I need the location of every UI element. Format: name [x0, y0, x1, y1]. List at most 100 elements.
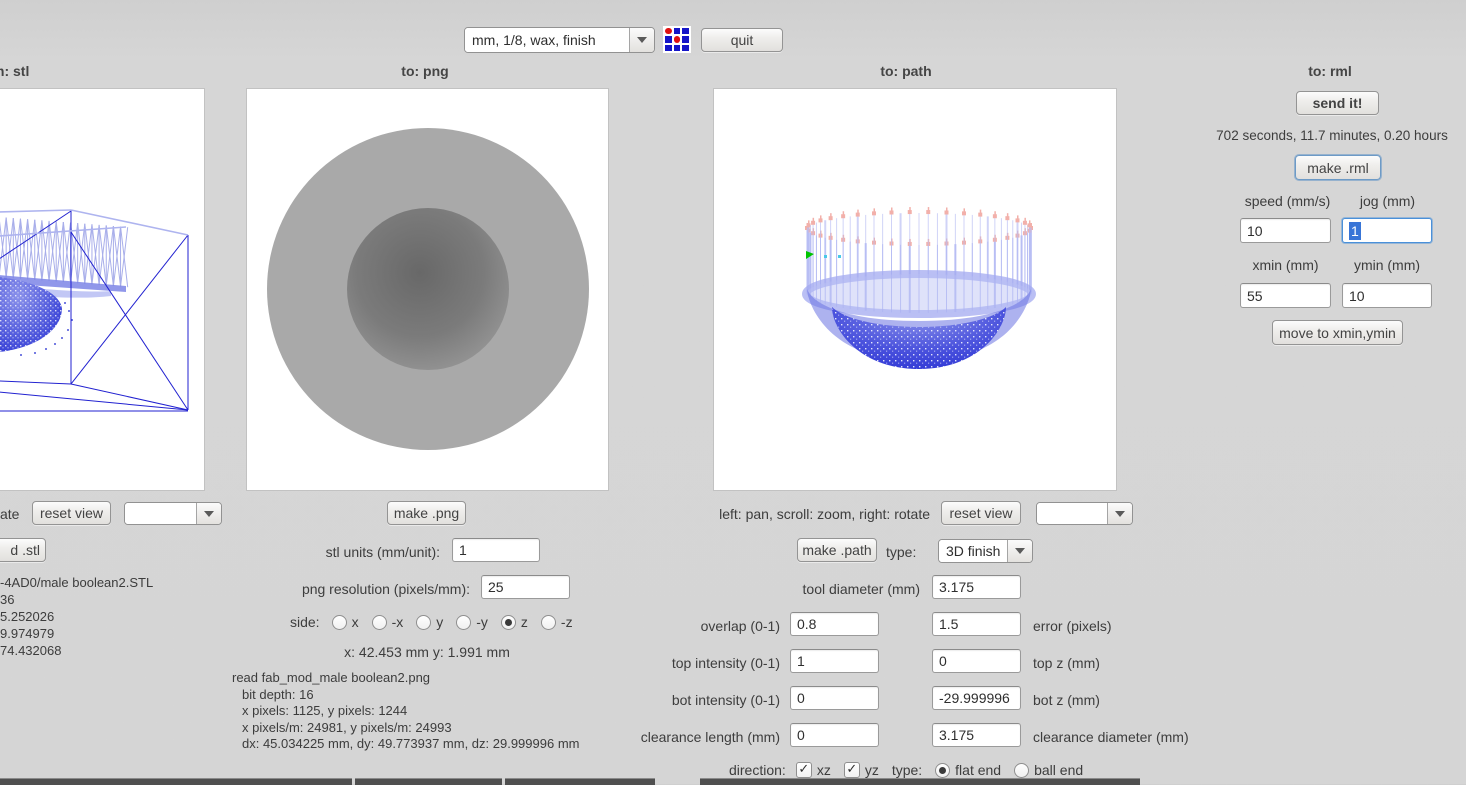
bot-z-input[interactable]: -29.999996	[932, 686, 1021, 710]
radio-icon[interactable]	[416, 614, 432, 630]
side-option-label: y	[436, 614, 444, 630]
stl-info-line: 9.974979	[0, 626, 55, 641]
radio-icon[interactable]	[935, 762, 951, 778]
stl-camera-select-arrow[interactable]	[196, 503, 221, 524]
quit-button[interactable]: quit	[701, 28, 783, 52]
direction-xz[interactable]: xz	[795, 762, 831, 778]
side-option-y[interactable]: y	[416, 614, 443, 630]
direction-option-label: xz	[816, 762, 831, 778]
top-intensity-input[interactable]: 1	[790, 649, 879, 673]
job-time-text: 702 seconds, 11.7 minutes, 0.20 hours	[1216, 128, 1448, 143]
error-value: 1.5	[939, 616, 959, 632]
side-option-x[interactable]: x	[331, 614, 359, 630]
radio-icon[interactable]	[500, 614, 516, 630]
end-type-flat[interactable]: flat end	[935, 762, 1001, 778]
end-type-label: type:	[891, 762, 923, 778]
clearance-length-label: clearance length (mm)	[640, 729, 780, 745]
path-type-select[interactable]: 3D finish	[938, 539, 1033, 563]
send-it-button[interactable]: send it!	[1296, 91, 1379, 115]
radio-icon[interactable]	[1014, 762, 1030, 778]
radio-icon[interactable]	[371, 614, 387, 630]
header-from-stl: m: stl	[0, 63, 30, 79]
side-option-label: -z	[560, 614, 573, 630]
side-option-label: x	[351, 614, 359, 630]
speed-value: 10	[1247, 222, 1263, 239]
tool-diameter-input[interactable]: 3.175	[932, 575, 1021, 599]
stl-view-canvas[interactable]	[0, 88, 205, 491]
top-z-label: top z (mm)	[1033, 655, 1100, 671]
bot-z-value: -29.999996	[939, 690, 1010, 706]
xmin-label: xmin (mm)	[1252, 257, 1319, 273]
chevron-down-icon	[1015, 548, 1026, 554]
side-option-label: -x	[391, 614, 404, 630]
direction-row: direction: xz yz type: flat end ball end	[729, 760, 1096, 780]
top-intensity-label: top intensity (0-1)	[671, 655, 780, 671]
stl-units-input[interactable]: 1	[452, 538, 540, 562]
png-info-line: read fab_mod_male boolean2.png	[232, 670, 431, 685]
jog-label: jog (mm)	[1359, 193, 1416, 209]
radio-icon[interactable]	[331, 614, 347, 630]
fab-icon-cell	[665, 44, 672, 51]
path-view-canvas[interactable]	[713, 88, 1117, 491]
ymin-input[interactable]: 10	[1342, 283, 1432, 308]
xmin-input[interactable]: 55	[1240, 283, 1331, 308]
clearance-diameter-label: clearance diameter (mm)	[1033, 729, 1189, 745]
bot-intensity-input[interactable]: 0	[790, 686, 879, 710]
make-png-button[interactable]: make .png	[387, 501, 466, 525]
checkbox-icon[interactable]	[795, 762, 812, 778]
chevron-down-icon	[204, 510, 214, 517]
preset-select[interactable]: mm, 1/8, wax, finish	[464, 27, 655, 53]
path-reset-view-button[interactable]: reset view	[941, 501, 1021, 525]
stl-camera-select[interactable]	[124, 502, 222, 525]
direction-yz[interactable]: yz	[843, 762, 879, 778]
stl-reset-view-button[interactable]: reset view	[32, 501, 111, 525]
move-to-xmin-ymin-button[interactable]: move to xmin,ymin	[1272, 320, 1403, 345]
overlap-value: 0.8	[797, 616, 817, 632]
clearance-diameter-input[interactable]: 3.175	[932, 723, 1021, 747]
path-camera-select-arrow[interactable]	[1107, 503, 1132, 524]
fab-icon-cell	[673, 44, 681, 51]
make-path-button[interactable]: make .path	[797, 538, 877, 562]
overlap-input[interactable]: 0.8	[790, 612, 879, 636]
png-resolution-value: 25	[488, 579, 504, 595]
radio-icon[interactable]	[540, 614, 556, 630]
header-to-png: to: png	[401, 63, 449, 79]
top-z-input[interactable]: 0	[932, 649, 1021, 673]
path-camera-select[interactable]	[1036, 502, 1133, 525]
error-input[interactable]: 1.5	[932, 612, 1021, 636]
side-option-neg-x[interactable]: -x	[371, 614, 404, 630]
stl-info-line: 5.252026	[0, 609, 55, 624]
png-depthmap	[267, 128, 589, 450]
jog-input[interactable]: 1	[1342, 218, 1432, 243]
toolpath-3d	[802, 207, 1036, 369]
end-type-ball[interactable]: ball end	[1014, 762, 1083, 778]
clearance-length-value: 0	[797, 727, 805, 743]
header-to-rml: to: rml	[1308, 63, 1352, 79]
load-stl-button[interactable]: d .stl	[0, 538, 46, 562]
side-option-z[interactable]: z	[500, 614, 528, 630]
bot-z-label: bot z (mm)	[1033, 692, 1100, 708]
send-it-label: send it!	[1312, 95, 1363, 111]
png-view-canvas[interactable]	[246, 88, 609, 491]
side-option-neg-z[interactable]: -z	[540, 614, 573, 630]
radio-icon[interactable]	[456, 614, 472, 630]
png-info-line: dx: 45.034225 mm, dy: 49.773937 mm, dz: …	[242, 736, 580, 751]
make-rml-button[interactable]: make .rml	[1295, 155, 1381, 180]
png-resolution-input[interactable]: 25	[481, 575, 570, 599]
stl-info-line: 36	[0, 592, 15, 607]
direction-option-label: yz	[864, 762, 879, 778]
path-type-select-arrow[interactable]	[1007, 540, 1032, 562]
side-option-neg-y[interactable]: -y	[456, 614, 488, 630]
speed-input[interactable]: 10	[1240, 218, 1331, 243]
png-info-line: x pixels/m: 24981, y pixels/m: 24993	[242, 719, 452, 735]
checkbox-icon[interactable]	[843, 762, 860, 778]
path-mouse-hint: left: pan, scroll: zoom, right: rotate	[719, 506, 930, 522]
clearance-length-input[interactable]: 0	[790, 723, 879, 747]
move-to-xmin-ymin-label: move to xmin,ymin	[1279, 324, 1396, 341]
ymin-label: ymin (mm)	[1353, 257, 1421, 273]
png-info-block: read fab_mod_male boolean2.png bit depth…	[232, 670, 579, 753]
preset-select-arrow[interactable]	[629, 28, 654, 52]
bot-intensity-value: 0	[797, 690, 805, 706]
fab-icon-cell	[665, 36, 672, 43]
png-info-line: x pixels: 1125, y pixels: 1244	[242, 703, 408, 718]
